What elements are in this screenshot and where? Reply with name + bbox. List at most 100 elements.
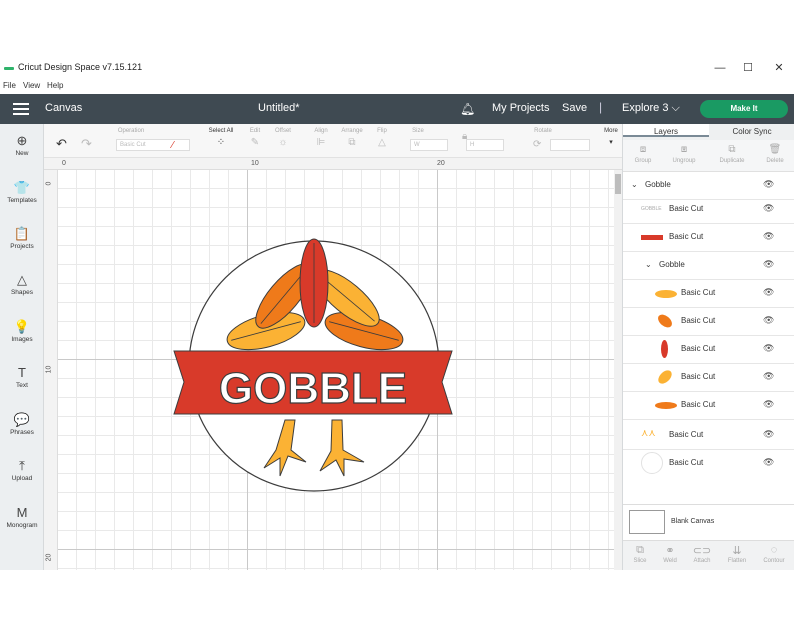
trash-icon: 🗑︎	[768, 144, 782, 155]
minimize-button[interactable]: —	[710, 60, 730, 76]
rotate-icon[interactable]: ⟳	[533, 138, 541, 152]
select-all-button[interactable]: Select All ⁘	[204, 128, 238, 150]
window-titlebar: Cricut Design Space v7.15.121 — ☐ ✕	[0, 56, 794, 80]
panel-tabs: Layers Color Sync	[623, 124, 794, 140]
width-input[interactable]: W	[410, 139, 448, 151]
maximize-button[interactable]: ☐	[738, 60, 758, 76]
canvas-vertical-scrollbar[interactable]	[614, 170, 622, 570]
sidebar-monogram[interactable]: M Monogram	[0, 500, 44, 544]
sidebar-shapes[interactable]: △ Shapes	[0, 267, 44, 311]
align-button[interactable]: Align ⊫	[308, 128, 334, 150]
eye-icon[interactable]: 👁︎	[763, 457, 774, 468]
layer-item[interactable]: ⋏⋏ Basic Cut 👁︎	[623, 422, 794, 450]
sidebar-label: Phrases	[10, 429, 34, 436]
machine-selector[interactable]: Explore 3 ⌵	[622, 102, 680, 115]
layers-list: ⌄ Gobble 👁︎ GOBBLE Basic Cut 👁︎ Basic Cu…	[623, 172, 794, 502]
feather-thumb-icon	[655, 290, 677, 298]
rotate-input[interactable]	[550, 139, 590, 151]
edit-toolbar: ↶ ↷ Operation Basic Cut ⁄ Select All ⁘ Ed…	[44, 124, 622, 158]
sidebar-images[interactable]: 💡 Images	[0, 314, 44, 358]
gobble-design[interactable]: GOBBLE	[44, 158, 614, 570]
layer-item[interactable]: GOBBLE Basic Cut 👁︎	[623, 196, 794, 224]
layer-name: Basic Cut	[681, 400, 716, 409]
offset-button[interactable]: Offset ☼	[270, 128, 296, 150]
menu-file[interactable]: File	[3, 81, 16, 90]
blank-canvas-swatch[interactable]	[629, 510, 665, 534]
blank-canvas-row[interactable]: Blank Canvas	[623, 504, 794, 540]
eye-icon[interactable]: 👁︎	[763, 399, 774, 410]
eye-icon[interactable]: 👁︎	[763, 259, 774, 270]
make-it-button[interactable]: Make It	[700, 100, 788, 118]
contour-button[interactable]: ◌ Contour	[757, 544, 791, 564]
sidebar-phrases[interactable]: 💬 Phrases	[0, 407, 44, 451]
bell-icon[interactable]: 🔔︎	[460, 102, 475, 116]
edit-button[interactable]: Edit ✎	[242, 128, 268, 150]
eye-icon[interactable]: 👁︎	[763, 429, 774, 440]
menu-help[interactable]: Help	[47, 81, 63, 90]
eye-icon[interactable]: 👁︎	[763, 315, 774, 326]
close-window-button[interactable]: ✕	[769, 60, 789, 76]
plus-circle-icon: ⊕	[16, 133, 28, 148]
sidebar-text[interactable]: T Text	[0, 360, 44, 404]
edit-icon: ✎	[250, 137, 260, 148]
pen-color-icon[interactable]: ⁄	[172, 140, 174, 151]
redo-icon[interactable]: ↷	[81, 136, 92, 152]
layer-item[interactable]: Basic Cut 👁︎	[623, 280, 794, 308]
flatten-button[interactable]: ⇊ Flatten	[720, 544, 754, 564]
chevron-down-icon[interactable]: ⌄	[645, 260, 652, 269]
menu-view[interactable]: View	[23, 81, 40, 90]
weld-button[interactable]: ⚭ Weld	[653, 544, 687, 564]
eye-icon[interactable]: 👁︎	[763, 231, 774, 242]
eye-icon[interactable]: 👁︎	[763, 371, 774, 382]
sidebar-label: Projects	[10, 243, 34, 250]
layer-group-gobble-sub[interactable]: ⌄ Gobble 👁︎	[623, 252, 794, 280]
layer-name: Basic Cut	[681, 344, 716, 353]
document-title[interactable]: Untitled*	[258, 102, 300, 114]
layer-name: Gobble	[645, 180, 671, 189]
monogram-icon: M	[16, 505, 28, 520]
layer-item[interactable]: Basic Cut 👁︎	[623, 224, 794, 252]
layer-item[interactable]: Basic Cut 👁︎	[623, 392, 794, 420]
operation-label: Operation	[117, 128, 145, 134]
layer-item[interactable]: Basic Cut 👁︎	[623, 336, 794, 364]
sidebar-templates[interactable]: 👕 Templates	[0, 175, 44, 219]
duplicate-button[interactable]: ⧉ Duplicate	[715, 144, 749, 164]
sidebar-label: Text	[16, 382, 28, 389]
text-thumb-icon: GOBBLE	[641, 206, 662, 212]
sidebar-label: Upload	[11, 475, 33, 482]
group-button[interactable]: ⧈ Group	[626, 144, 660, 164]
flip-button[interactable]: Flip △	[371, 128, 393, 150]
more-button[interactable]: More ▾	[600, 128, 622, 150]
sidebar-projects[interactable]: 📋 Projects	[0, 221, 44, 265]
layer-item[interactable]: Basic Cut 👁︎	[623, 450, 794, 478]
sidebar-upload[interactable]: ⤒ Upload	[0, 453, 44, 497]
arrange-button[interactable]: Arrange ⧉	[338, 128, 366, 150]
hamburger-menu-icon[interactable]	[13, 103, 29, 115]
eye-icon[interactable]: 👁︎	[763, 203, 774, 214]
banner-thumb-icon	[641, 235, 663, 240]
operation-select[interactable]: Basic Cut	[116, 139, 190, 151]
header-separator: |	[599, 100, 603, 114]
my-projects-link[interactable]: My Projects	[492, 102, 549, 114]
sidebar-new[interactable]: ⊕ New	[0, 128, 44, 172]
tab-layers[interactable]: Layers	[623, 124, 709, 137]
height-input[interactable]: H	[466, 139, 504, 151]
ungroup-button[interactable]: ⧆ Ungroup	[667, 144, 701, 164]
eye-icon[interactable]: 👁︎	[763, 343, 774, 354]
eye-icon[interactable]: 👁︎	[763, 287, 774, 298]
undo-icon[interactable]: ↶	[56, 136, 67, 152]
slice-button[interactable]: ⧉ Slice	[623, 544, 657, 564]
attach-button[interactable]: ⊂⊃ Attach	[685, 544, 719, 564]
eye-icon[interactable]: 👁︎	[763, 179, 774, 190]
cricut-logo-icon	[4, 67, 14, 70]
design-canvas[interactable]: 0 10 20 0 10 20 GOBBLE	[44, 158, 622, 570]
layer-item[interactable]: Basic Cut 👁︎	[623, 364, 794, 392]
delete-button[interactable]: 🗑︎ Delete	[758, 144, 792, 164]
layer-item[interactable]: Basic Cut 👁︎	[623, 308, 794, 336]
tab-color-sync[interactable]: Color Sync	[709, 127, 794, 136]
shirt-icon: 👕	[13, 180, 31, 195]
layer-name: Gobble	[659, 260, 685, 269]
save-button[interactable]: Save	[562, 102, 587, 114]
clipboard-icon: 📋	[13, 226, 31, 241]
chevron-down-icon[interactable]: ⌄	[631, 180, 638, 189]
